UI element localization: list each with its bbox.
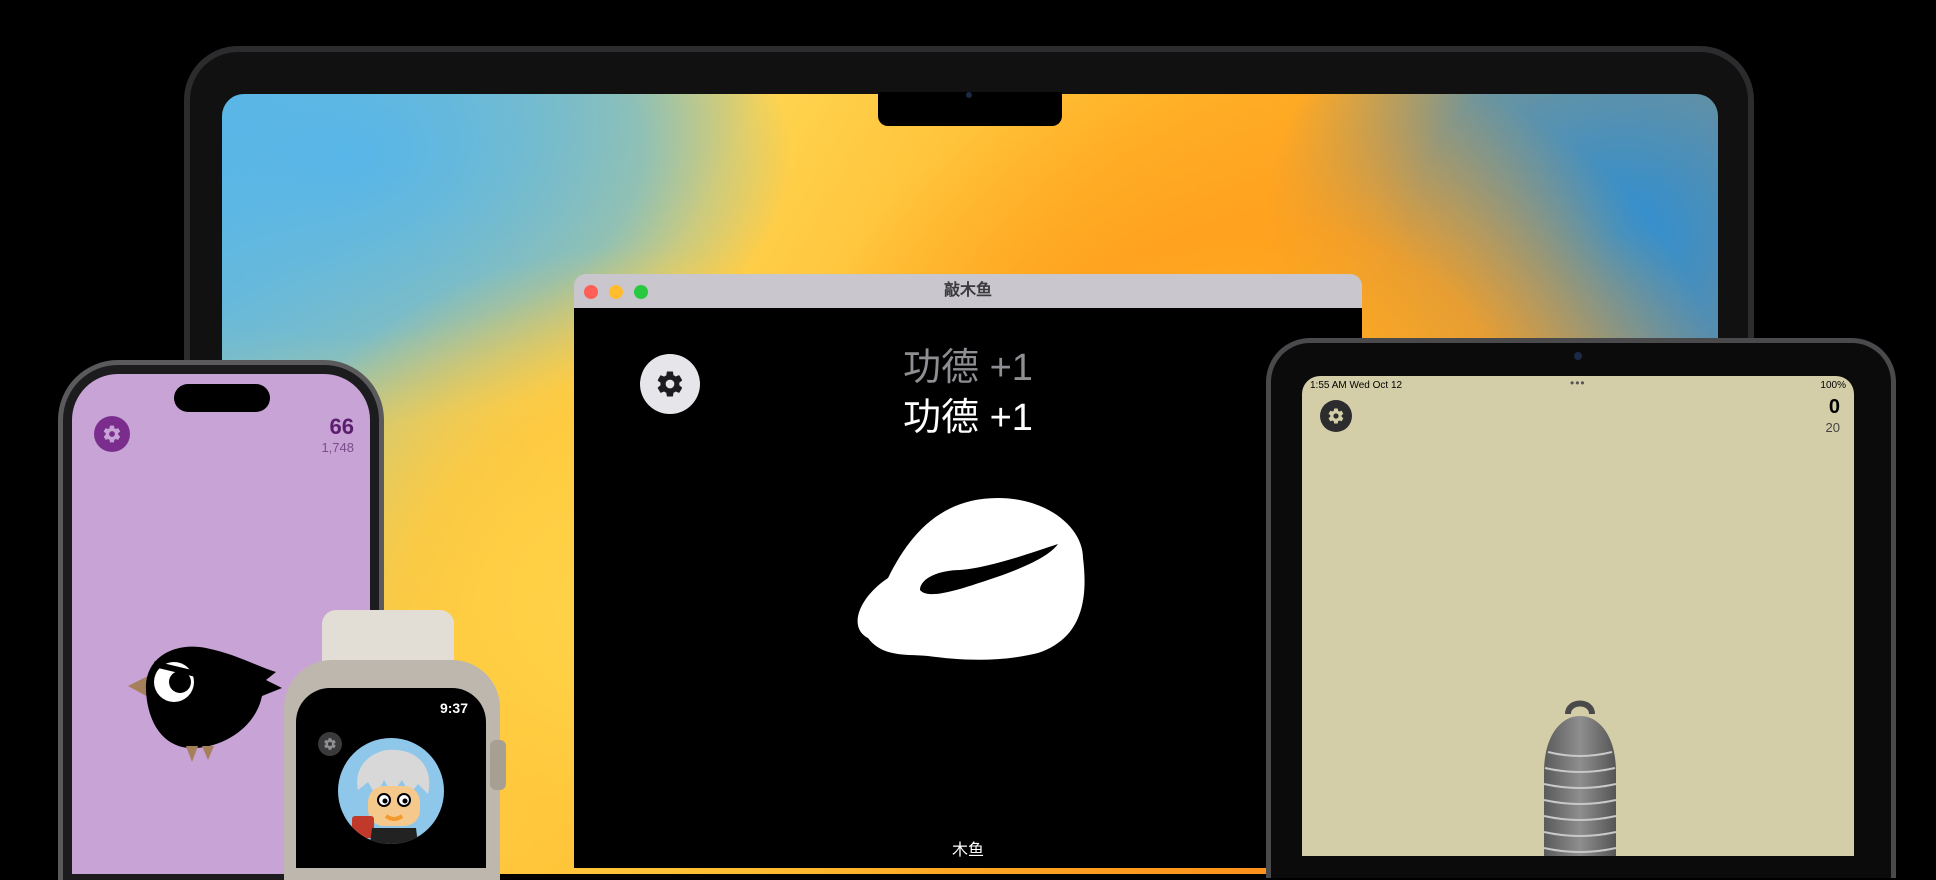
crow-icon[interactable] [126, 636, 286, 766]
ipad-camera [1574, 352, 1582, 360]
ipad-status-battery: 100% [1820, 380, 1846, 391]
gear-icon [103, 425, 121, 443]
avatar-drawing [352, 749, 430, 844]
merit-text-faded: 功德 +1 [903, 347, 1033, 389]
watch-crown[interactable] [490, 740, 506, 790]
settings-button[interactable] [1320, 400, 1352, 432]
settings-button[interactable] [94, 416, 130, 452]
ipad-count: 0 [1828, 396, 1840, 418]
gear-icon [324, 738, 336, 750]
iphone-count: 66 [329, 414, 354, 439]
ipad-status-time: 1:55 AM Wed Oct 12 [1310, 380, 1403, 391]
avatar-icon[interactable] [338, 738, 444, 844]
wooden-fish-icon[interactable] [848, 488, 1088, 668]
gear-icon [1328, 408, 1344, 424]
settings-button[interactable] [318, 732, 342, 756]
macbook-camera [966, 92, 972, 98]
ipad-screen: 1:55 AM Wed Oct 12 ••• 100% 0 20 [1302, 376, 1854, 856]
merit-text: 功德 +1 [903, 397, 1033, 439]
watch-screen: 9:37 [296, 688, 486, 868]
iphone-total: 1,748 [321, 440, 354, 455]
window-titlebar[interactable]: 敲木鱼 [574, 274, 1362, 308]
multitasking-dots-icon[interactable]: ••• [1570, 376, 1586, 390]
ipad-total: 20 [1825, 420, 1840, 435]
window-title: 敲木鱼 [943, 282, 992, 299]
instrument-label: 木鱼 [951, 842, 984, 859]
dynamic-island [174, 384, 270, 412]
window-content: 功德 +1 功德 +1 木鱼 [574, 308, 1362, 868]
watch-time: 9:37 [439, 700, 468, 716]
bell-icon[interactable] [1520, 692, 1640, 856]
